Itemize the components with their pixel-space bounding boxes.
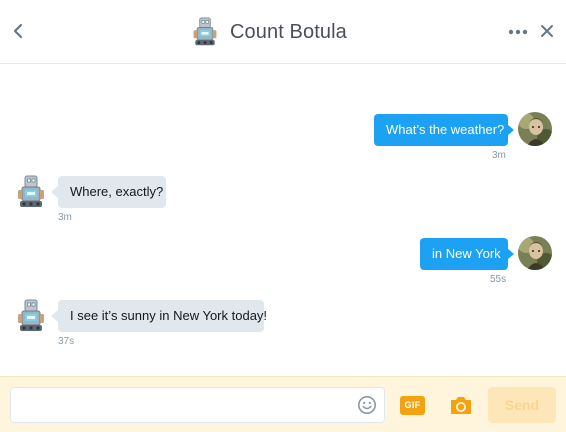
more-options-button[interactable] [506, 24, 530, 40]
message-input-box [10, 387, 385, 423]
bot-avatar[interactable] [14, 299, 48, 333]
bot-avatar [190, 16, 220, 48]
message-timestamp: 3m [492, 150, 506, 161]
conversation-title-area: Count Botula [190, 15, 347, 49]
message-composer: GIF Send [0, 376, 566, 432]
camera-icon [451, 397, 471, 414]
bubble-tail [507, 248, 514, 260]
close-icon [541, 25, 553, 37]
chevron-left-icon [13, 23, 23, 39]
message-bubble: in New York [420, 238, 508, 270]
bot-avatar[interactable] [14, 175, 48, 209]
gif-icon: GIF [400, 396, 425, 415]
emoji-icon [358, 396, 376, 414]
message-timestamp: 37s [58, 336, 75, 347]
message-bubble: What’s the weather? [374, 114, 508, 146]
bubble-tail [51, 186, 58, 198]
message-list: What’s the weather? 3m Where, exactly? 3… [0, 65, 566, 375]
message-input[interactable] [19, 388, 349, 422]
message-bubble: Where, exactly? [58, 176, 166, 208]
add-photo-button[interactable] [449, 395, 473, 416]
close-button[interactable] [538, 21, 556, 41]
back-button[interactable] [8, 19, 30, 43]
user-avatar[interactable] [518, 112, 552, 146]
message-bubble: I see it’s sunny in New York today! [58, 300, 267, 332]
chat-header: Count Botula [0, 0, 566, 64]
emoji-button[interactable] [357, 395, 377, 415]
send-button[interactable]: Send [488, 387, 556, 423]
message-timestamp: 55s [490, 274, 507, 285]
user-avatar[interactable] [518, 236, 552, 270]
bubble-tail [51, 310, 58, 322]
conversation-title: Count Botula [230, 20, 347, 43]
bubble-tail [507, 124, 514, 136]
more-horizontal-icon [508, 29, 528, 35]
message-timestamp: 3m [58, 212, 72, 223]
gif-button[interactable]: GIF [400, 396, 425, 415]
